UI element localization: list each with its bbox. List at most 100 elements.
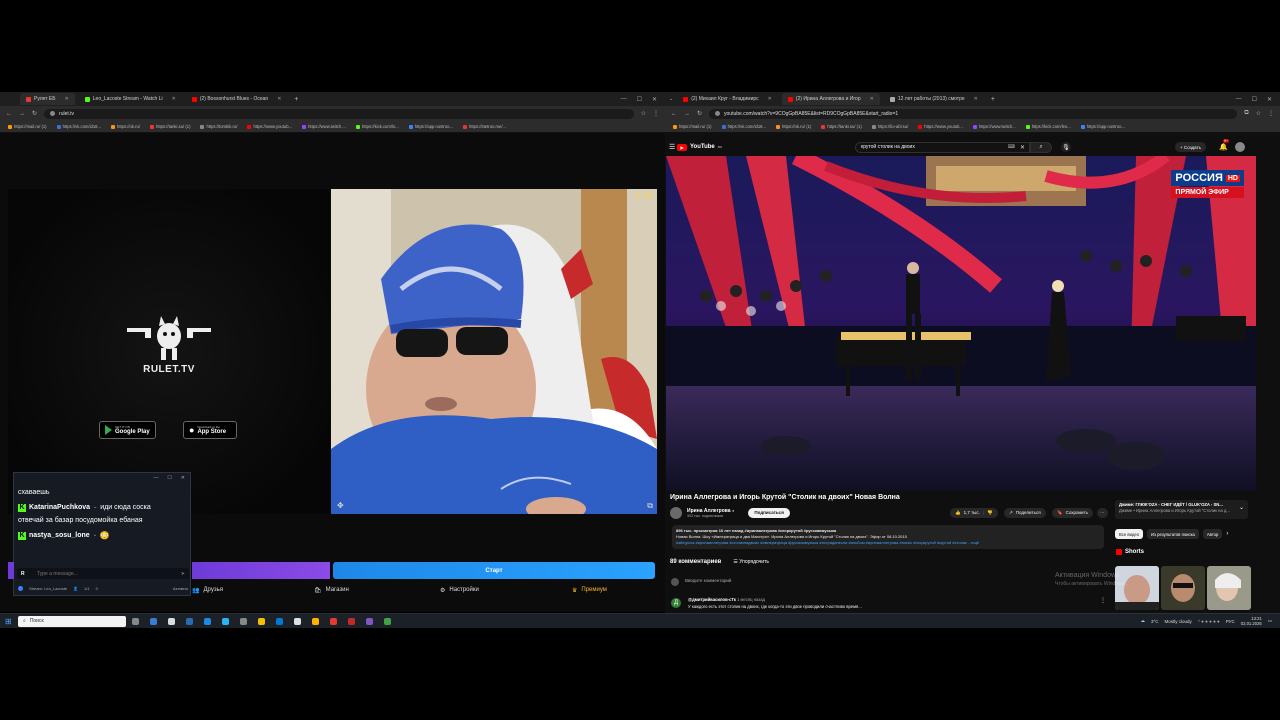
menu-icon[interactable]: ⋮ [653,110,659,117]
chat-username[interactable]: nastya_sosu_lone [29,530,90,541]
bookmark-item[interactable]: https://mail.ru/ (1) [673,124,712,129]
notifications-icon[interactable]: ▭ [1268,618,1272,624]
nav-premium[interactable]: ♛ Премиум [572,587,607,594]
stop-button[interactable] [192,562,330,579]
google-play-badge[interactable]: GET IT ON Google Play [99,421,156,439]
stop-button-left[interactable] [8,562,14,579]
bookmark-item[interactable]: https://tanki.su/ (1) [821,124,862,129]
extensions-icon[interactable]: ⧉ [1244,110,1248,117]
youtube-search-input[interactable]: крутой столик на двоих ⌨ ✕ [855,141,1030,153]
close-icon[interactable]: ✕ [172,96,176,102]
chevron-down-icon[interactable]: ⌄ [1239,505,1244,511]
bookmark-item[interactable]: https://www.twitch.... [302,124,346,129]
bookmark-item[interactable]: https://vk.com/id18... [721,124,766,129]
bookmark-item[interactable]: https://www.youtub... [918,124,963,129]
clock[interactable]: 13:21 02.01.2026 [1241,616,1262,626]
comment-menu-icon[interactable]: ⋮ [1100,597,1106,604]
taskbar-search[interactable]: ⌕ Поиск [18,615,126,627]
app-icon[interactable] [240,617,247,625]
camera-switch-icon[interactable]: ⧉ [647,501,653,511]
telegram-icon[interactable] [222,617,229,625]
app-icon[interactable] [330,617,337,625]
site-info-icon[interactable] [50,111,56,116]
app-icon[interactable] [276,617,283,625]
chat-username[interactable]: KatarinaPuchkova [29,502,90,513]
mic-icon[interactable]: 🎙 [1061,142,1071,152]
bookmark-item[interactable]: https://vk.com/id18... [56,124,101,129]
commenter-avatar[interactable]: Д [671,598,681,608]
chip-all[interactable]: Все видео [1115,529,1144,539]
subscribe-button[interactable]: Подписаться [748,507,790,518]
avatar[interactable] [1235,142,1245,152]
bookmark-item[interactable]: https://lio-abl.su/ [871,124,908,129]
nav-shop[interactable]: 🛍 Магазин [314,587,349,594]
chip-search-results[interactable]: Из результатов поиска [1147,529,1199,539]
add-comment-input[interactable]: Введите комментарий [685,578,731,583]
shorts-thumbnail[interactable] [1161,566,1205,610]
tab-search-icon[interactable]: ⌄ [669,96,673,102]
app-icon[interactable] [204,617,211,625]
right-url-input[interactable]: youtube.com/watch?v=9COgGpBA85E&list=RD9… [709,108,1238,119]
keyboard-icon[interactable]: ⌨ [1008,144,1015,150]
right-tab-1[interactable]: (2) Михаил Круг - Владимирс ✕ [677,93,778,105]
app-icon[interactable] [168,617,175,625]
bell-icon[interactable]: 🔔 [1219,143,1228,151]
close-icon[interactable]: ✕ [870,96,874,102]
app-icon[interactable] [258,617,265,625]
new-tab-button[interactable]: + [294,96,298,103]
hamburger-menu-icon[interactable]: ☰ [669,143,675,151]
app-store-badge[interactable]: ● Download on the App Store [183,421,237,439]
bookmark-item[interactable]: https://www.twitch... [972,124,1016,129]
playlist-card[interactable]: Джиме: ГЛЮК'OZA - СНЕГ ИДЁТ / GLUK'OZA -… [1115,500,1248,519]
task-view-icon[interactable] [132,617,139,625]
left-url-input[interactable]: rulet.tv [44,108,634,119]
minimize-icon[interactable]: — [153,475,158,481]
new-tab-button[interactable]: + [991,96,995,103]
nav-settings[interactable]: ⚙ Настройки [440,587,479,594]
left-tab-kick[interactable]: Leo_Lacoste Stream - Watch Li ✕ [79,93,182,105]
start-button[interactable]: Старт [333,562,655,579]
close-icon[interactable]: ✕ [974,96,978,102]
search-button[interactable]: ⌕ [1030,141,1052,153]
channel-name-wrap[interactable]: Ирина Аллегрова ● [687,508,734,514]
close-window-icon[interactable]: ✕ [1267,96,1272,103]
star-icon[interactable]: ☆ [641,110,646,117]
minimize-icon[interactable]: — [1236,96,1242,103]
site-info-icon[interactable] [715,111,721,116]
weather-desc[interactable]: Mostly cloudy [1165,619,1192,624]
clear-search-icon[interactable]: ✕ [1020,144,1025,151]
edge-icon[interactable] [186,617,193,625]
left-tab-rulet[interactable]: Рулет ЕБ ✕ [20,93,75,105]
nav-friends[interactable]: 👥 Друзья [192,587,223,594]
windows-start-icon[interactable]: ⊞ [5,617,12,626]
bookmark-item[interactable]: https://stetroo.me/... [462,124,506,129]
create-button[interactable]: + Создать [1175,142,1206,152]
reload-icon[interactable]: ↻ [697,110,702,117]
bookmark-item[interactable]: https://kick.com/leo... [1025,124,1071,129]
youtube-logo[interactable]: ▶ YouTube RU [677,143,722,151]
bookmark-item[interactable]: https://app.nostroo... [1080,124,1125,129]
app-icon[interactable] [294,617,301,625]
maximize-icon[interactable]: ☐ [167,475,171,481]
menu-icon[interactable]: ⋮ [1268,110,1274,117]
bookmark-item[interactable]: https://kick.com/lo... [356,124,399,129]
close-icon[interactable]: ✕ [768,96,772,102]
language-indicator[interactable]: РУС [1226,619,1235,624]
thumbs-down-icon[interactable]: 👎 [987,510,993,516]
close-icon[interactable]: ✕ [181,475,185,481]
forward-icon[interactable]: → [684,111,690,117]
star-icon[interactable]: ☆ [1256,110,1261,117]
chevron-right-icon[interactable]: › [1226,529,1228,539]
close-icon[interactable]: ✕ [65,96,69,102]
send-icon[interactable]: ➤ [181,571,185,577]
expand-icon[interactable]: ✥ [337,501,344,510]
back-icon[interactable]: ← [671,111,677,117]
forward-icon[interactable]: → [19,111,25,117]
bookmark-item[interactable]: https://mail.ru/ (1) [8,124,47,129]
bookmark-item[interactable]: https://ok.ru/ [110,124,140,129]
tray-icons[interactable]: ^ ● ● ● ● ● [1198,619,1220,624]
opera-icon[interactable] [348,617,355,625]
bookmark-item[interactable]: https://ok.ru/ (1) [775,124,811,129]
close-icon[interactable]: ✕ [277,96,281,102]
like-button[interactable]: 👍 1,7 тыс. | 👎 [950,507,998,518]
